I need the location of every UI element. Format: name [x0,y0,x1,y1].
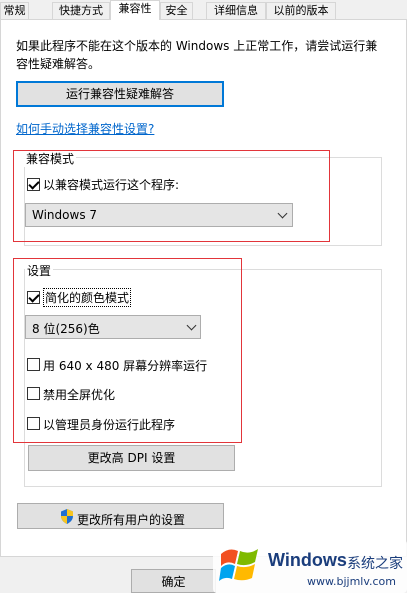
tab-security[interactable]: 安全 [160,2,193,19]
all-users-label: 更改所有用户的设置 [77,513,186,527]
tab-shortcut[interactable]: 快捷方式 [52,2,110,19]
uac-shield-icon [61,509,73,524]
tab-compatibility[interactable]: 兼容性 [110,0,160,20]
watermark-url: www.bjjmlv.com [307,575,396,588]
run-troubleshooter-button[interactable]: 运行兼容性疑难解答 [16,81,224,107]
tab-previous-versions[interactable]: 以前的版本 [266,2,336,19]
all-users-button[interactable]: 更改所有用户的设置 [17,503,224,529]
settings-highlight [13,258,242,443]
manual-settings-link[interactable]: 如何手动选择兼容性设置? [16,120,154,137]
tab-bar: 常规 快捷方式 兼容性 安全 详细信息 以前的版本 [0,0,407,20]
watermark-suffix: 系统之家 [347,556,403,572]
windows-logo-icon [219,549,258,581]
tab-general[interactable]: 常规 [0,2,29,19]
tab-details[interactable]: 详细信息 [206,2,266,19]
intro-text: 如果此程序不能在这个版本的 Windows 上正常工作，请尝试运行兼容性疑难解答… [16,39,378,71]
site-watermark: Windows 系统之家 www.bjjmlv.com [213,540,407,593]
change-dpi-button[interactable]: 更改高 DPI 设置 [28,445,235,471]
watermark-brand: Windows [268,550,347,570]
ok-button[interactable]: 确定 [131,569,216,593]
compat-mode-highlight [13,150,330,242]
